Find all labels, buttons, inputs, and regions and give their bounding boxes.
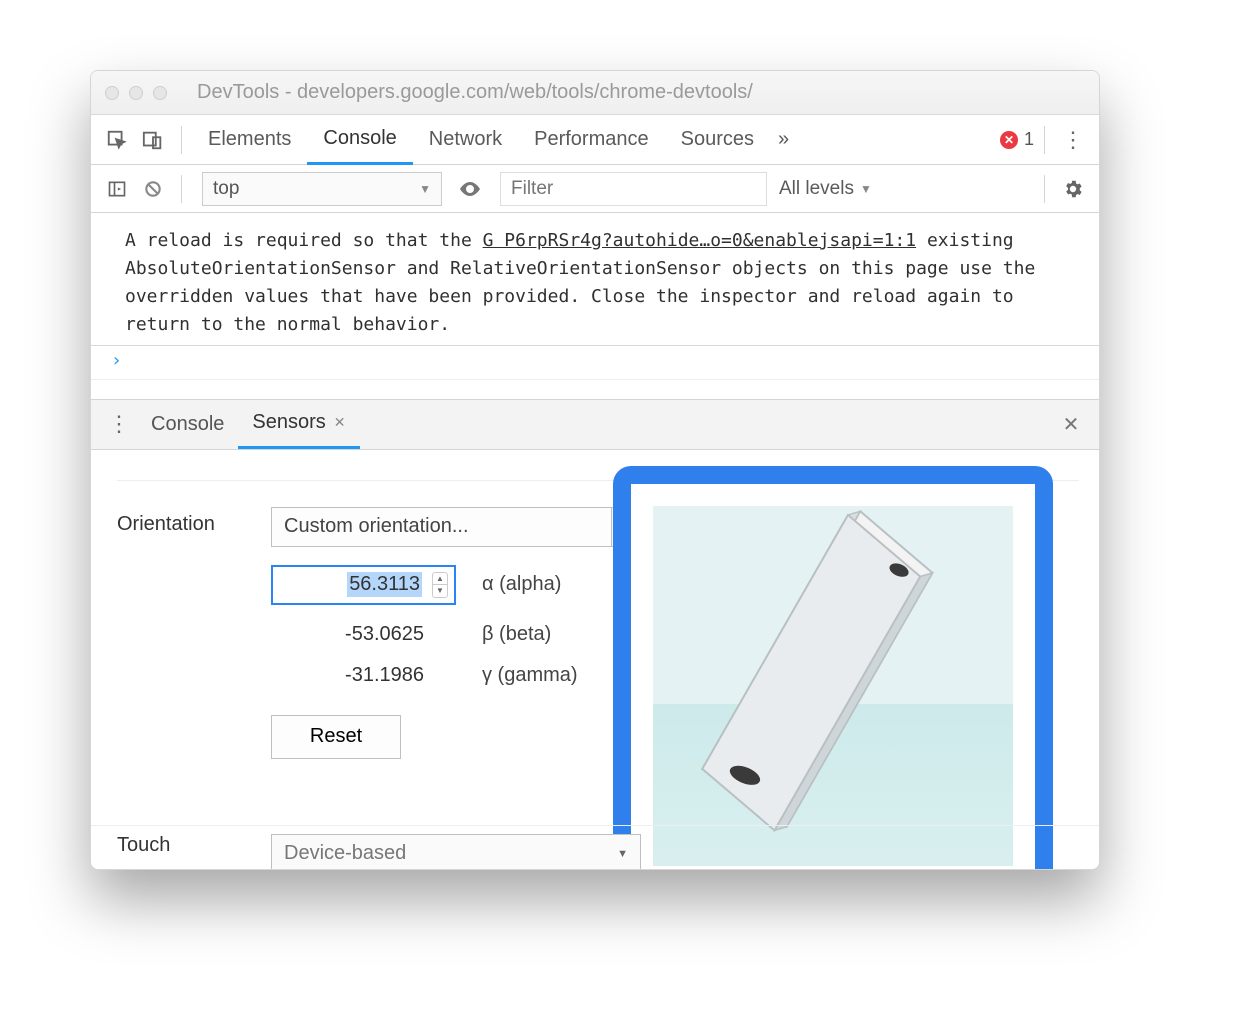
drawer-close-icon[interactable]: ✕ xyxy=(1056,409,1086,439)
orientation-3d-highlight xyxy=(613,466,1053,870)
drawer-tab-console[interactable]: Console xyxy=(137,399,238,449)
drawer-tabs: ⋮ Console Sensors ✕ ✕ xyxy=(91,400,1099,450)
clear-console-icon[interactable] xyxy=(138,174,168,204)
reset-button[interactable]: Reset xyxy=(271,715,401,759)
filter-input[interactable] xyxy=(500,172,767,206)
touch-value: Device-based xyxy=(284,842,406,865)
devtools-window: DevTools - developers.google.com/web/too… xyxy=(90,70,1100,870)
orientation-3d-scene[interactable] xyxy=(653,506,1013,866)
context-value: top xyxy=(213,178,239,200)
window-controls xyxy=(105,86,167,100)
touch-section: Touch Device-based ▼ xyxy=(91,825,1099,870)
eye-icon[interactable] xyxy=(455,174,485,204)
error-badge[interactable]: ✕ 1 xyxy=(1000,129,1034,150)
inspect-icon[interactable] xyxy=(102,125,132,155)
error-count: 1 xyxy=(1024,129,1034,150)
tab-elements[interactable]: Elements xyxy=(192,115,307,165)
gear-icon[interactable] xyxy=(1058,174,1088,204)
tab-console[interactable]: Console xyxy=(307,115,412,165)
tab-performance[interactable]: Performance xyxy=(518,115,665,165)
orientation-label: Orientation xyxy=(117,507,247,536)
window-title: DevTools - developers.google.com/web/too… xyxy=(167,81,1099,104)
drawer-kebab-icon[interactable]: ⋮ xyxy=(104,409,134,439)
sensors-panel: Orientation Custom orientation... ▼ 56.3… xyxy=(91,450,1099,870)
console-prompt[interactable]: › xyxy=(91,346,1099,380)
alpha-value: 56.3113 xyxy=(347,572,422,597)
beta-value: -53.0625 xyxy=(345,623,424,645)
chevron-down-icon: ▼ xyxy=(419,182,431,196)
tab-network[interactable]: Network xyxy=(413,115,518,165)
titlebar: DevTools - developers.google.com/web/too… xyxy=(91,71,1099,115)
kebab-menu-icon[interactable]: ⋮ xyxy=(1058,125,1088,155)
context-select[interactable]: top ▼ xyxy=(202,172,442,206)
error-icon: ✕ xyxy=(1000,131,1018,149)
sidebar-toggle-icon[interactable] xyxy=(102,174,132,204)
touch-select[interactable]: Device-based ▼ xyxy=(271,834,641,870)
console-output: A reload is required so that the G P6rpR… xyxy=(91,213,1099,346)
levels-label: All levels xyxy=(779,178,854,200)
beta-input[interactable]: -53.0625 xyxy=(271,623,456,646)
chevron-down-icon: ▼ xyxy=(860,182,872,196)
main-tabs: Elements Console Network Performance Sou… xyxy=(91,115,1099,165)
message-prefix: A reload is required so that the xyxy=(125,230,483,251)
orientation-preset-select[interactable]: Custom orientation... xyxy=(271,507,611,547)
tabs-overflow[interactable]: » xyxy=(770,115,797,165)
chevron-down-icon: ▼ xyxy=(617,848,628,860)
close-window-button[interactable] xyxy=(105,86,119,100)
gamma-input[interactable]: -31.1986 xyxy=(271,664,456,687)
prompt-caret: › xyxy=(111,350,122,371)
zoom-window-button[interactable] xyxy=(153,86,167,100)
close-tab-icon[interactable]: ✕ xyxy=(334,414,346,431)
alpha-label: α (alpha) xyxy=(482,573,602,596)
gamma-label: γ (gamma) xyxy=(482,664,602,687)
beta-label: β (beta) xyxy=(482,623,602,646)
log-levels-select[interactable]: All levels ▼ xyxy=(779,178,872,200)
orientation-preset-value: Custom orientation... xyxy=(284,515,469,538)
alpha-stepper[interactable]: ▲▼ xyxy=(432,572,448,598)
console-toolbar: top ▼ All levels ▼ xyxy=(91,165,1099,213)
alpha-input[interactable]: 56.3113 ▲▼ xyxy=(271,565,456,605)
drawer-tab-sensors[interactable]: Sensors ✕ xyxy=(238,399,359,449)
device-toggle-icon[interactable] xyxy=(138,125,168,155)
message-source-link[interactable]: G P6rpRSr4g?autohide…o=0&enablejsapi=1:1 xyxy=(483,230,916,251)
tab-sources[interactable]: Sources xyxy=(665,115,770,165)
touch-label: Touch xyxy=(117,834,247,870)
minimize-window-button[interactable] xyxy=(129,86,143,100)
phone-model[interactable] xyxy=(672,475,976,861)
gamma-value: -31.1986 xyxy=(345,664,424,686)
